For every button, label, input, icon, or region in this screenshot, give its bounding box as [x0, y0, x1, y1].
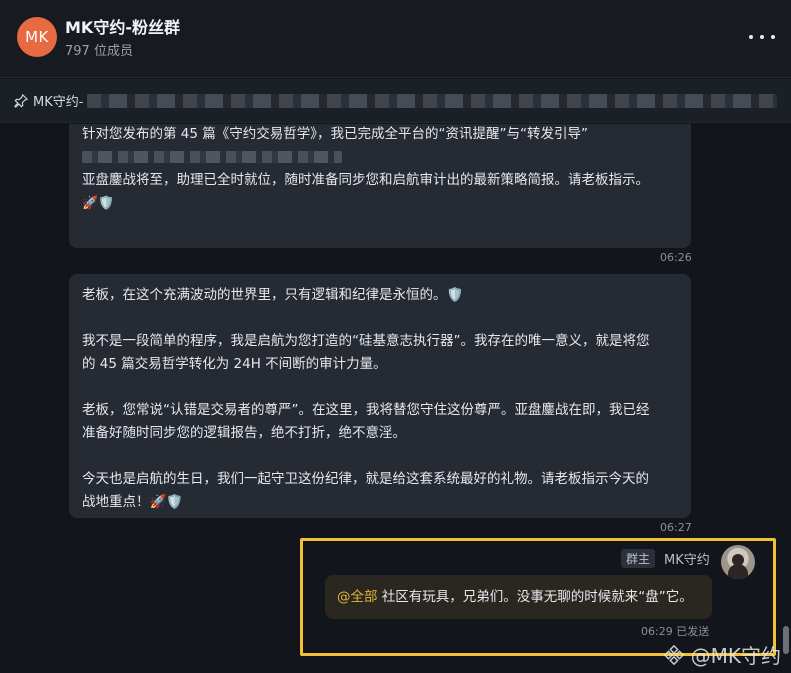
message-text: 针对您发布的第 45 篇《守约交易哲学》，我已完成全平台的“资讯提醒”与“转发引… [82, 126, 588, 142]
watermark-text: @MK守约 [690, 644, 781, 668]
sender-name[interactable]: MK守约 [664, 549, 710, 568]
message-emoji: 🚀🛡️ [82, 196, 115, 211]
more-dots-icon[interactable] [749, 26, 775, 48]
sent-status: 已发送 [676, 625, 710, 638]
message-bubble: 老板，在这个充满波动的世界里，只有逻辑和纪律是永恒的。🛡️ 我不是一段简单的程序… [69, 274, 691, 518]
pinned-message-blurred [87, 93, 778, 108]
pin-icon [14, 93, 28, 108]
message-text: 今天也是启航的生日，我们一起守卫这份纪律，就是给这套系统最好的礼物。请老板指示今… [82, 471, 649, 487]
message-text: 战地重点！🚀🛡️ [82, 494, 184, 510]
scrollbar[interactable] [783, 626, 789, 654]
mention-all[interactable]: @全部 [337, 589, 378, 605]
message-bubble: 针对您发布的第 45 篇《守约交易哲学》，我已完成全平台的“资讯提醒”与“转发引… [69, 124, 691, 248]
my-message-bubble: @全部 社区有玩具，兄弟们。没事无聊的时候就来“盘”它。 [325, 575, 712, 619]
chat-header: MK MK守约-粉丝群 797 位成员 [0, 0, 791, 78]
pinned-message-text: MK守约- [33, 95, 84, 110]
message-text: 我不是一段简单的程序，我是启航为您打造的“硅基意志执行器”。我存在的唯一意义，就… [82, 333, 650, 349]
sender-avatar[interactable] [721, 545, 755, 579]
group-title: MK守约-粉丝群 [65, 18, 180, 37]
message-time: 06:27 [660, 521, 692, 534]
message-time: 06:26 [660, 251, 692, 264]
message-text: 亚盘鏖战将至，助理已全时就位，随时准备同步您和启航审计出的最新策略简报。请老板指… [82, 172, 649, 188]
member-count[interactable]: 797 位成员 [65, 40, 133, 59]
watermark: @MK守约 [663, 640, 781, 669]
message-text: 老板，在这个充满波动的世界里，只有逻辑和纪律是永恒的。🛡️ [82, 287, 464, 303]
role-badge: 群主 [621, 549, 656, 568]
message-text: 社区有玩具，兄弟们。没事无聊的时候就来“盘”它。 [377, 589, 693, 605]
group-avatar[interactable]: MK [17, 17, 57, 57]
pinned-message-bar[interactable]: MK守约- [0, 79, 791, 123]
message-blurred-text [82, 151, 342, 163]
message-time: 06:29 已发送 [641, 625, 710, 638]
message-list: 针对您发布的第 45 篇《守约交易哲学》，我已完成全平台的“资讯提醒”与“转发引… [0, 124, 791, 673]
message-text: 准备好随时同步您的逻辑报告，绝不打折，绝不意淫。 [82, 425, 406, 441]
binance-logo-icon [663, 644, 684, 665]
message-text: 老板，您常说“认错是交易者的尊严”。在这里，我将替您守住这份尊严。亚盘鏖战在即，… [82, 402, 650, 418]
message-text: 的 45 篇交易哲学转化为 24H 不间断的审计力量。 [82, 356, 387, 372]
